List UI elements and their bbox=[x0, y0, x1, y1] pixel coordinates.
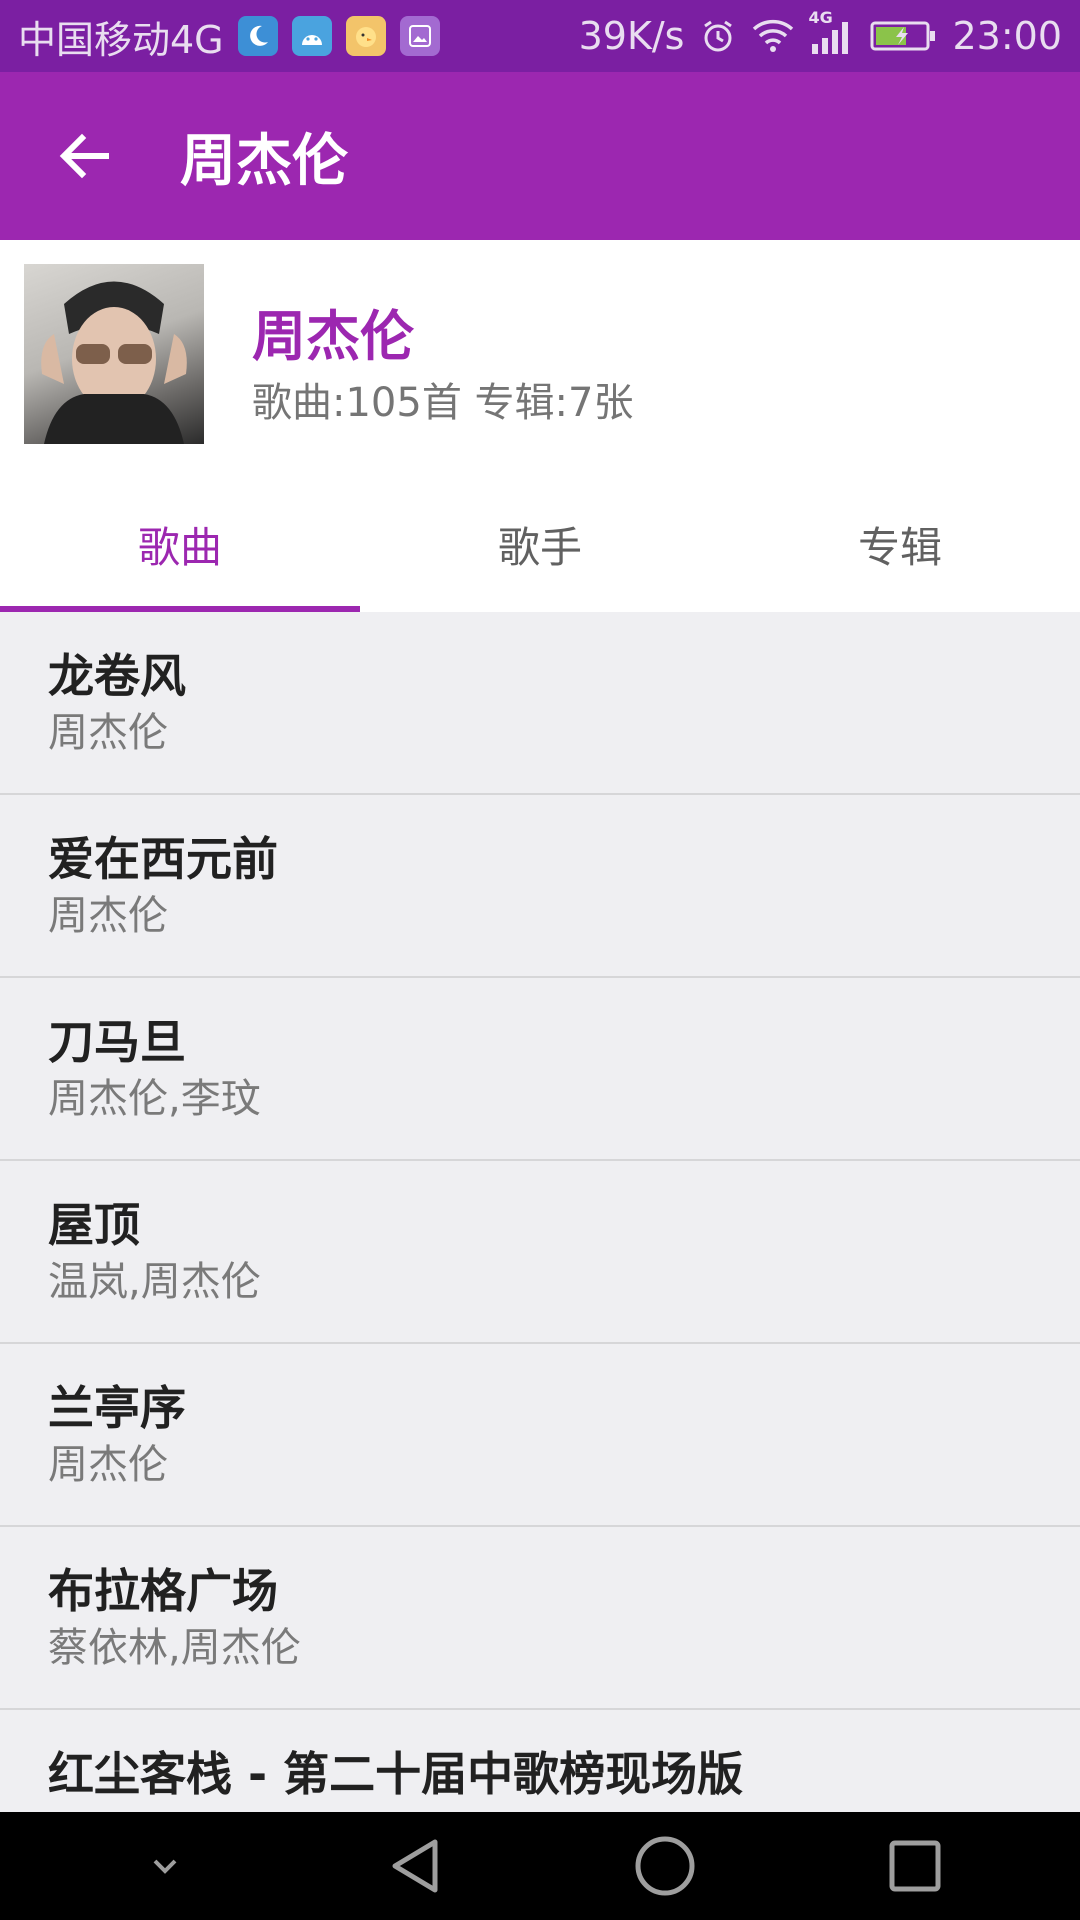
carrier-label: 中国移动4G bbox=[18, 17, 224, 62]
nav-home-button[interactable] bbox=[615, 1816, 715, 1916]
status-bar: 中国移动4G 39K/s 4G 23:00 bbox=[0, 0, 1080, 72]
song-title: 刀马旦 bbox=[48, 1015, 186, 1069]
tab-songs[interactable]: 歌曲 bbox=[0, 476, 360, 612]
page-title: 周杰伦 bbox=[180, 128, 348, 194]
nav-back-button[interactable] bbox=[365, 1816, 465, 1916]
network-type-label: 4G bbox=[808, 8, 833, 27]
tab-artists[interactable]: 歌手 bbox=[360, 476, 720, 612]
song-artist: 蔡依林,周杰伦 bbox=[48, 1625, 301, 1671]
list-item[interactable]: 兰亭序 周杰伦 bbox=[0, 1344, 1080, 1527]
status-right: 39K/s 4G 23:00 bbox=[578, 8, 1062, 58]
song-artist: 周杰伦 bbox=[48, 893, 168, 939]
song-artist: 周杰伦,李玟 bbox=[48, 1076, 261, 1122]
list-item[interactable]: 刀马旦 周杰伦,李玟 bbox=[0, 978, 1080, 1161]
list-item[interactable]: 龙卷风 周杰伦 bbox=[0, 612, 1080, 795]
song-artist: 温岚,周杰伦 bbox=[48, 1259, 261, 1305]
arrow-left-icon bbox=[59, 133, 109, 179]
list-item[interactable]: 屋顶 温岚,周杰伦 bbox=[0, 1161, 1080, 1344]
song-list[interactable]: 龙卷风 周杰伦 爱在西元前 周杰伦 刀马旦 周杰伦,李玟 屋顶 温岚,周杰伦 兰… bbox=[0, 612, 1080, 1812]
song-title: 屋顶 bbox=[48, 1198, 140, 1252]
wifi-icon bbox=[752, 19, 794, 53]
artist-header: 周杰伦 歌曲:105首 专辑:7张 bbox=[0, 240, 1080, 476]
song-title: 爱在西元前 bbox=[48, 832, 278, 886]
alarm-icon bbox=[700, 18, 736, 54]
song-title: 兰亭序 bbox=[48, 1381, 186, 1435]
triangle-back-icon bbox=[392, 1839, 438, 1893]
list-item[interactable]: 爱在西元前 周杰伦 bbox=[0, 795, 1080, 978]
system-nav-bar bbox=[0, 1812, 1080, 1920]
artist-stats: 歌曲:105首 专辑:7张 bbox=[252, 380, 634, 426]
hide-nav-button[interactable] bbox=[115, 1816, 215, 1916]
song-title: 龙卷风 bbox=[48, 649, 186, 703]
tab-albums[interactable]: 专辑 bbox=[720, 476, 1080, 612]
back-button[interactable] bbox=[42, 114, 126, 198]
app-bar: 周杰伦 bbox=[0, 72, 1080, 240]
moon-icon bbox=[237, 16, 278, 56]
battery-icon bbox=[870, 19, 936, 53]
android-icon bbox=[291, 16, 332, 56]
gallery-icon bbox=[399, 16, 440, 56]
chick-app-icon bbox=[345, 16, 386, 56]
square-recents-icon bbox=[889, 1840, 941, 1892]
status-left: 中国移动4G bbox=[18, 9, 440, 64]
list-item[interactable]: 布拉格广场 蔡依林,周杰伦 bbox=[0, 1527, 1080, 1710]
song-artist: 周杰伦 bbox=[48, 1442, 168, 1488]
song-artist: 周杰伦 bbox=[48, 710, 168, 756]
signal-icon: 4G bbox=[808, 8, 854, 56]
net-speed: 39K/s bbox=[578, 14, 685, 58]
song-title: 布拉格广场 bbox=[48, 1564, 278, 1618]
artist-name: 周杰伦 bbox=[252, 305, 414, 368]
tab-bar: 歌曲 歌手 专辑 bbox=[0, 476, 1080, 612]
list-item[interactable]: 红尘客栈 - 第二十届中歌榜现场版 bbox=[0, 1710, 1080, 1812]
clock: 23:00 bbox=[952, 14, 1062, 58]
chevron-down-icon bbox=[153, 1859, 177, 1874]
nav-recents-button[interactable] bbox=[865, 1816, 965, 1916]
song-title: 红尘客栈 - 第二十届中歌榜现场版 bbox=[48, 1747, 744, 1801]
circle-home-icon bbox=[635, 1836, 695, 1896]
artist-avatar bbox=[24, 264, 204, 444]
